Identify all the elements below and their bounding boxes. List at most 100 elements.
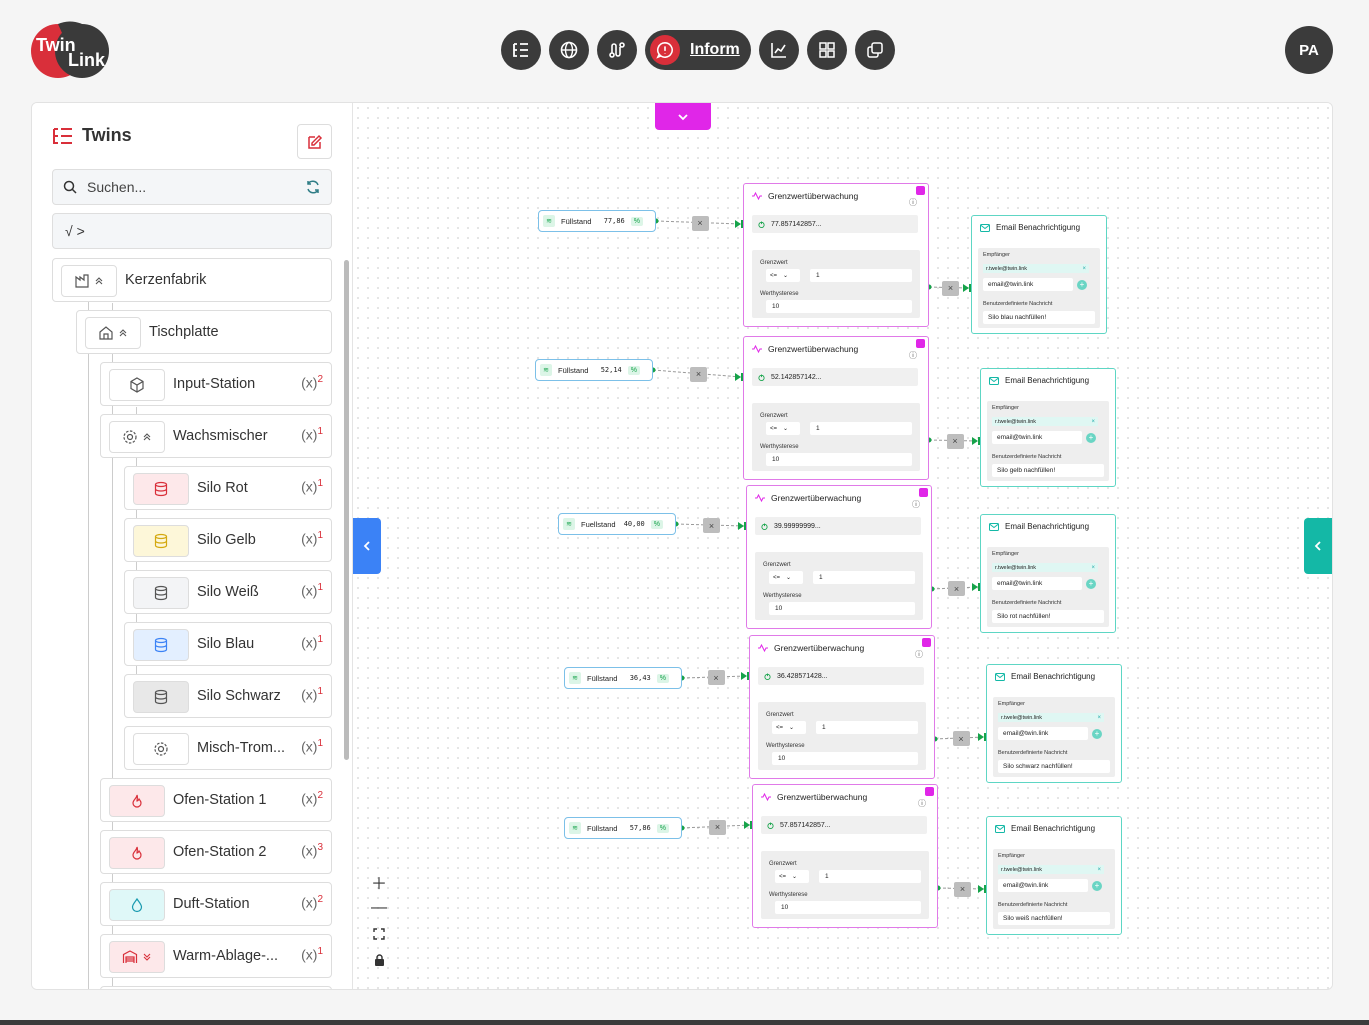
monitor-tag[interactable]	[925, 787, 934, 796]
sensor-node[interactable]: ≋ Füllstand 36,43%	[564, 667, 682, 689]
hysteresis-input[interactable]: 10	[769, 602, 915, 615]
twinlink-logo[interactable]: Twin Link	[30, 20, 112, 82]
monitor-tag[interactable]	[922, 638, 931, 647]
threshold-monitor-node[interactable]: Grenzwertüberwachung ⓘ 36.428571428... Gren…	[749, 635, 935, 779]
function-count-badge[interactable]: (x)1	[301, 686, 323, 703]
email-input[interactable]: email@twin.link	[992, 431, 1082, 444]
function-filter[interactable]: √ >	[52, 213, 332, 249]
email-notification-node[interactable]: Email Benachrichtigung Empfänger r.twele@t…	[971, 215, 1107, 334]
inform-button[interactable]: Inform	[645, 30, 751, 70]
tree-item[interactable]: Input-Station (x)2	[100, 362, 332, 406]
delete-connection-button[interactable]: ×	[691, 215, 709, 231]
info-icon[interactable]: ⓘ	[909, 350, 917, 361]
info-icon[interactable]: ⓘ	[909, 197, 917, 208]
add-recipient-button[interactable]: +	[1092, 881, 1102, 891]
remove-recipient-icon[interactable]: ×	[1097, 867, 1101, 873]
sensor-node[interactable]: ≋ Fuellstand 40,00%	[558, 513, 676, 535]
delete-connection-button[interactable]: ×	[948, 581, 965, 596]
function-count-badge[interactable]: (x)1	[301, 634, 323, 651]
threshold-monitor-node[interactable]: Grenzwertüberwachung ⓘ 57.857142857... Gren…	[752, 784, 938, 928]
target-handle-icon[interactable]	[972, 583, 978, 591]
threshold-monitor-node[interactable]: Grenzwertüberwachung ⓘ 52.142857142... Gren…	[743, 336, 929, 480]
hysteresis-input[interactable]: 10	[775, 901, 921, 914]
function-count-badge[interactable]: (x)1	[301, 946, 323, 963]
sensor-node[interactable]: ≋ Füllstand 77,86%	[538, 210, 656, 232]
chart-button[interactable]	[759, 30, 799, 70]
info-icon[interactable]: ⓘ	[918, 798, 926, 809]
map-button[interactable]	[549, 30, 589, 70]
message-input[interactable]: Silo schwarz nachfüllen!	[998, 760, 1110, 773]
collapse-top-button[interactable]	[655, 103, 711, 130]
message-input[interactable]: Silo weiß nachfüllen!	[998, 912, 1110, 925]
operator-select[interactable]: <= ⌄	[772, 721, 806, 734]
tree-item[interactable]: Misch-Trom... (x)1	[124, 726, 332, 770]
email-input[interactable]: email@twin.link	[998, 879, 1088, 892]
email-notification-node[interactable]: Email Benachrichtigung Empfänger r.twele@t…	[980, 514, 1116, 633]
refresh-icon[interactable]	[305, 179, 321, 195]
target-handle-icon[interactable]	[978, 885, 984, 893]
tree-item[interactable]: Tischplatte	[76, 310, 332, 354]
zoom-in-button[interactable]: ＋	[368, 871, 390, 893]
sensor-node[interactable]: ≋ Füllstand 57,86%	[564, 817, 682, 839]
target-handle-icon[interactable]	[738, 522, 744, 530]
email-input[interactable]: email@twin.link	[983, 278, 1073, 291]
twins-list-button[interactable]	[501, 30, 541, 70]
message-input[interactable]: Silo blau nachfüllen!	[983, 311, 1095, 324]
email-input[interactable]: email@twin.link	[992, 577, 1082, 590]
message-input[interactable]: Silo gelb nachfüllen!	[992, 464, 1104, 477]
route-button[interactable]	[597, 30, 637, 70]
tree-item[interactable]: Silo Rot (x)1	[124, 466, 332, 510]
function-count-badge[interactable]: (x)1	[301, 478, 323, 495]
add-recipient-button[interactable]: +	[1077, 280, 1087, 290]
delete-connection-button[interactable]: ×	[952, 731, 970, 746]
tree-item[interactable]: Duft-Station (x)2	[100, 882, 332, 926]
sidebar-scrollbar[interactable]	[344, 260, 349, 760]
operator-select[interactable]: <= ⌄	[775, 870, 809, 883]
email-notification-node[interactable]: Email Benachrichtigung Empfänger r.twele@t…	[980, 368, 1116, 487]
message-input[interactable]: Silo rot nachfüllen!	[992, 610, 1104, 623]
tree-item[interactable]: Ofen-Station 1 (x)2	[100, 778, 332, 822]
fit-view-button[interactable]	[368, 923, 390, 945]
tree-item[interactable]: Wachsmischer (x)1	[100, 414, 332, 458]
remove-recipient-icon[interactable]: ×	[1097, 715, 1101, 721]
grenzwert-input[interactable]: 1	[816, 721, 918, 734]
hysteresis-input[interactable]: 10	[766, 300, 912, 313]
info-icon[interactable]: ⓘ	[915, 649, 923, 660]
tree-item[interactable]: Kerzenfabrik	[52, 258, 332, 302]
target-handle-icon[interactable]	[978, 733, 984, 741]
hysteresis-input[interactable]: 10	[766, 453, 912, 466]
add-recipient-button[interactable]: +	[1086, 433, 1096, 443]
info-icon[interactable]: ⓘ	[912, 499, 920, 510]
delete-connection-button[interactable]: ×	[942, 280, 959, 296]
tree-item-partial[interactable]	[100, 986, 332, 989]
remove-recipient-icon[interactable]: ×	[1091, 419, 1095, 425]
grenzwert-input[interactable]: 1	[813, 571, 915, 584]
monitor-tag[interactable]	[916, 186, 925, 195]
tree-item[interactable]: Silo Weiß (x)1	[124, 570, 332, 614]
monitor-tag[interactable]	[916, 339, 925, 348]
target-handle-icon[interactable]	[735, 373, 741, 381]
operator-select[interactable]: <= ⌄	[769, 571, 803, 584]
right-panel-toggle[interactable]	[1304, 518, 1332, 574]
target-handle-icon[interactable]	[741, 672, 747, 680]
operator-select[interactable]: <= ⌄	[766, 422, 800, 435]
add-recipient-button[interactable]: +	[1086, 579, 1096, 589]
copy-button[interactable]	[855, 30, 895, 70]
function-count-badge[interactable]: (x)1	[301, 738, 323, 755]
threshold-monitor-node[interactable]: Grenzwertüberwachung ⓘ 39.99999999... Grenz…	[746, 485, 932, 629]
remove-recipient-icon[interactable]: ×	[1082, 266, 1086, 272]
left-panel-toggle[interactable]	[353, 518, 381, 574]
email-notification-node[interactable]: Email Benachrichtigung Empfänger r.twele@t…	[986, 816, 1122, 935]
hysteresis-input[interactable]: 10	[772, 752, 918, 765]
sensor-node[interactable]: ≋ Füllstand 52,14%	[535, 359, 653, 381]
function-count-badge[interactable]: (x)2	[301, 790, 323, 807]
grenzwert-input[interactable]: 1	[819, 870, 921, 883]
target-handle-icon[interactable]	[963, 284, 969, 292]
target-handle-icon[interactable]	[972, 437, 978, 445]
threshold-monitor-node[interactable]: Grenzwertüberwachung ⓘ 77.857142857... Gren…	[743, 183, 929, 327]
grenzwert-input[interactable]: 1	[810, 422, 912, 435]
tree-item[interactable]: Warm-Ablage-... (x)1	[100, 934, 332, 978]
remove-recipient-icon[interactable]: ×	[1091, 565, 1095, 571]
function-count-badge[interactable]: (x)1	[301, 426, 323, 443]
tree-item[interactable]: Silo Blau (x)1	[124, 622, 332, 666]
